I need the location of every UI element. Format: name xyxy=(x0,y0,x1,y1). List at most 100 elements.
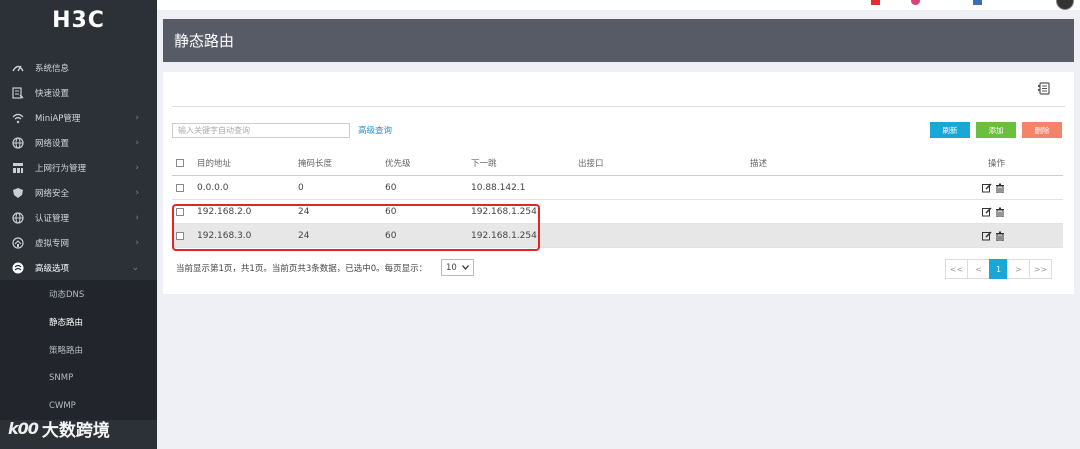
advanced-icon xyxy=(11,261,24,274)
column-settings-icon[interactable] xyxy=(1038,82,1052,96)
table-row[interactable]: 192.168.2.0 24 60 192.168.1.254 xyxy=(172,200,1063,224)
cell-nexthop: 192.168.1.254 xyxy=(471,206,537,217)
route-table: 目的地址 掩码长度 优先级 下一跳 出接口 描述 操作 0.0.0.0 0 60… xyxy=(172,151,1063,248)
refresh-button[interactable]: 刷新 xyxy=(930,122,970,138)
behavior-icon xyxy=(11,161,24,174)
col-mask-header[interactable]: 掩码长度 xyxy=(298,157,332,169)
chevron-right-icon: › xyxy=(135,212,139,223)
col-outiface-header[interactable]: 出接口 xyxy=(578,157,604,169)
watermark-logo: k00 xyxy=(8,419,39,438)
first-page-button[interactable]: << xyxy=(945,259,968,279)
table-header: 目的地址 掩码长度 优先级 下一跳 出接口 描述 操作 xyxy=(172,151,1063,176)
current-page-button[interactable]: 1 xyxy=(989,259,1008,279)
sidebar-item-auth-management[interactable]: 认证管理 › xyxy=(0,205,157,230)
top-bar xyxy=(157,0,1080,10)
last-page-button[interactable]: >> xyxy=(1029,259,1052,279)
table-row[interactable]: 0.0.0.0 0 60 10.88.142.1 xyxy=(172,176,1063,200)
row-actions xyxy=(982,182,1005,193)
row-checkbox[interactable] xyxy=(176,231,184,240)
chevron-right-icon: › xyxy=(135,162,139,173)
row-checkbox[interactable] xyxy=(176,207,184,216)
page-size-select[interactable]: 10 xyxy=(441,259,474,276)
cell-mask: 24 xyxy=(298,230,310,241)
delete-button[interactable]: 删除 xyxy=(1022,122,1062,138)
col-nexthop-header[interactable]: 下一跳 xyxy=(471,157,497,169)
page-header: 静态路由 xyxy=(163,19,1074,62)
sidebar-item-label: 网络安全 xyxy=(35,188,70,199)
edit-icon[interactable] xyxy=(982,230,992,241)
cell-priority: 60 xyxy=(385,206,397,217)
edit-icon[interactable] xyxy=(982,182,992,193)
chevron-right-icon: › xyxy=(135,237,139,248)
pagination: << < 1 > >> xyxy=(945,259,1052,279)
add-button[interactable]: 添加 xyxy=(976,122,1016,138)
sidebar: H3C 系统信息 快速设置 MiniAP管理 › 网络设置 › 上网行为管理 ›… xyxy=(0,0,157,449)
col-ops-header: 操作 xyxy=(988,159,1006,169)
wifi-icon xyxy=(11,111,24,124)
sidebar-item-label: 系统信息 xyxy=(35,63,70,74)
sidebar-item-vpn[interactable]: 虚拟专网 › xyxy=(0,230,157,255)
sidebar-item-label: 上网行为管理 xyxy=(35,163,87,174)
h3c-logo: H3C xyxy=(52,7,105,33)
notification-icon[interactable] xyxy=(871,0,880,5)
speedometer-icon xyxy=(11,61,24,74)
select-all-checkbox[interactable] xyxy=(176,159,184,167)
pagination-info: 当前显示第1页，共1页。当前页共3条数据，已选中0。每页显示： xyxy=(176,264,428,274)
cell-dest: 0.0.0.0 xyxy=(197,182,229,193)
trash-icon[interactable] xyxy=(995,231,1005,241)
cell-dest: 192.168.2.0 xyxy=(197,206,252,217)
divider xyxy=(172,106,1065,107)
cell-mask: 24 xyxy=(298,206,310,217)
sidebar-item-label: MiniAP管理 xyxy=(35,113,81,124)
sidebar-item-system-info[interactable]: 系统信息 xyxy=(0,55,157,80)
sidebar-item-behavior-management[interactable]: 上网行为管理 › xyxy=(0,155,157,180)
sidebar-item-label: 网络设置 xyxy=(35,138,70,149)
chevron-down-icon xyxy=(462,263,469,273)
chevron-right-icon: › xyxy=(135,137,139,148)
col-priority-header[interactable]: 优先级 xyxy=(385,157,411,169)
trash-icon[interactable] xyxy=(995,207,1005,217)
sidebar-item-network-settings[interactable]: 网络设置 › xyxy=(0,130,157,155)
chevron-right-icon: › xyxy=(135,187,139,198)
row-checkbox[interactable] xyxy=(176,183,184,192)
advanced-submenu: 动态DNS 静态路由 策略路由 SNMP CWMP xyxy=(0,280,157,420)
submenu-item-ddns[interactable]: 动态DNS xyxy=(0,280,157,308)
page-title: 静态路由 xyxy=(174,32,235,50)
cell-nexthop: 192.168.1.254 xyxy=(471,230,537,241)
content-panel: 高级查询 刷新 添加 删除 目的地址 掩码长度 优先级 下一跳 出接口 描述 操… xyxy=(163,72,1074,294)
col-desc-header[interactable]: 描述 xyxy=(750,157,767,169)
submenu-item-policy-route[interactable]: 策略路由 xyxy=(0,336,157,364)
col-dest-header[interactable]: 目的地址 xyxy=(197,157,231,169)
avatar[interactable] xyxy=(1056,0,1074,10)
vpn-icon xyxy=(11,236,24,249)
next-page-button[interactable]: > xyxy=(1007,259,1030,279)
submenu-item-snmp[interactable]: SNMP xyxy=(0,364,157,392)
sidebar-menu: 系统信息 快速设置 MiniAP管理 › 网络设置 › 上网行为管理 › 网络安… xyxy=(0,55,157,420)
sidebar-item-label: 认证管理 xyxy=(35,213,70,224)
watermark: k00 大数跨境 xyxy=(8,416,110,441)
globe-icon xyxy=(11,211,24,224)
advanced-query-link[interactable]: 高级查询 xyxy=(358,124,392,136)
user-icon[interactable] xyxy=(973,0,982,5)
sidebar-item-network-security[interactable]: 网络安全 › xyxy=(0,180,157,205)
network-icon[interactable] xyxy=(911,0,920,5)
cell-dest: 192.168.3.0 xyxy=(197,230,252,241)
cell-priority: 60 xyxy=(385,230,397,241)
sidebar-item-miniap[interactable]: MiniAP管理 › xyxy=(0,105,157,130)
globe-icon xyxy=(11,136,24,149)
shield-icon xyxy=(11,186,24,199)
edit-icon[interactable] xyxy=(982,206,992,217)
row-actions xyxy=(982,206,1005,217)
page-size-value: 10 xyxy=(446,262,457,273)
submenu-item-static-route[interactable]: 静态路由 xyxy=(0,308,157,336)
sidebar-item-advanced[interactable]: 高级选项 ⌄ xyxy=(0,255,157,280)
search-input[interactable] xyxy=(172,123,350,138)
watermark-text: 大数跨境 xyxy=(41,421,110,441)
trash-icon[interactable] xyxy=(995,183,1005,193)
sidebar-item-quick-setup[interactable]: 快速设置 xyxy=(0,80,157,105)
cell-priority: 60 xyxy=(385,182,397,193)
cell-mask: 0 xyxy=(298,182,304,193)
cell-nexthop: 10.88.142.1 xyxy=(471,182,526,193)
table-row[interactable]: 192.168.3.0 24 60 192.168.1.254 xyxy=(172,224,1063,248)
prev-page-button[interactable]: < xyxy=(967,259,990,279)
